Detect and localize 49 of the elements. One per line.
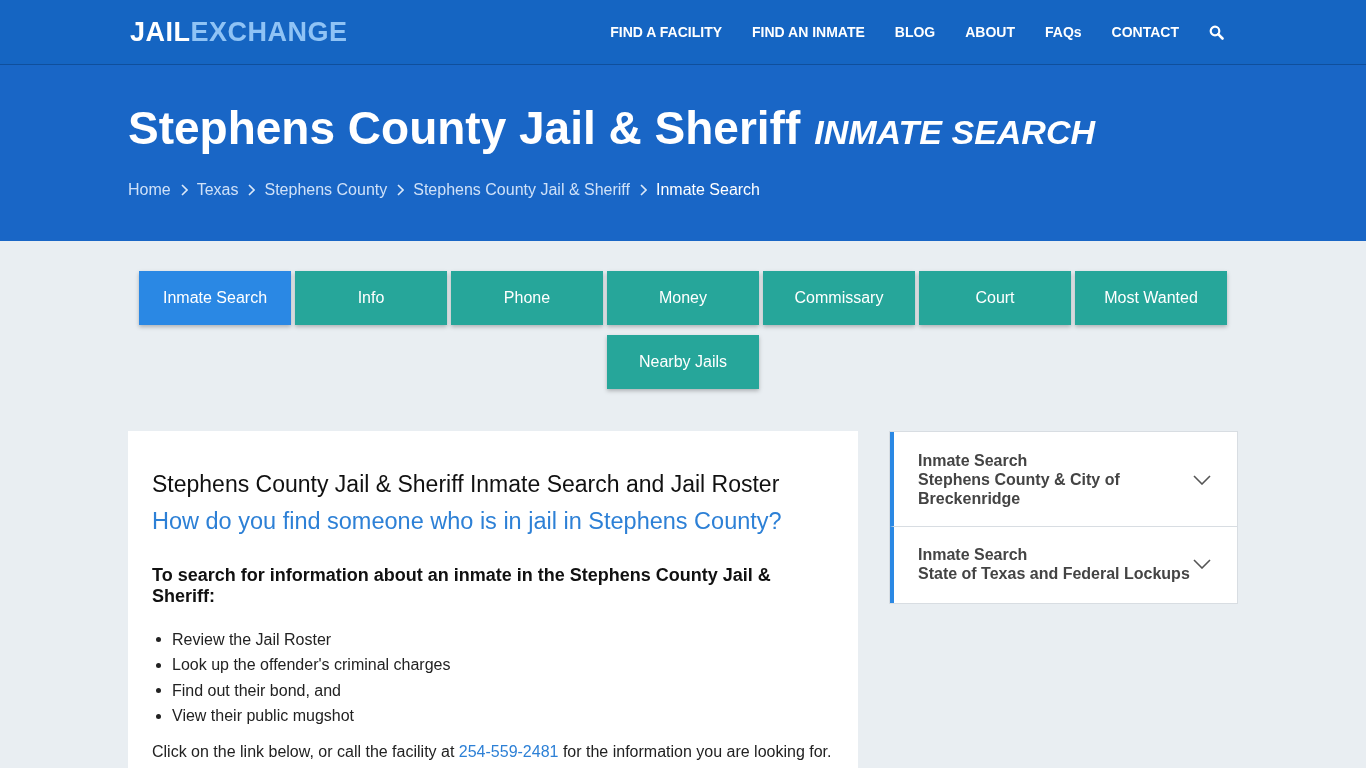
accordion-subtitle: State of Texas and Federal Lockups [918, 564, 1190, 583]
bullet-icon [156, 688, 161, 694]
site-logo[interactable]: JAILEXCHANGE [128, 16, 348, 48]
accordion-title: Inmate Search [918, 451, 1029, 470]
nav-link[interactable]: BLOG [894, 24, 936, 40]
call-paragraph: Click on the link below, or call the facility at 254-559-2481 for the information you are looking for. [152, 743, 833, 761]
bullet-icon [156, 662, 161, 668]
accordion-item[interactable]: Inmate Search Stephens County & City of Breckenridge [890, 432, 1237, 526]
article-heading: Stephens County Jail & Sheriff Inmate Search and Jail Roster [152, 471, 781, 498]
tab[interactable]: Money [607, 271, 759, 325]
list-item: Review the Jail Roster [172, 630, 332, 649]
article-subheading: To search for information about an inmate in the Stephens County Jail & Sheriff: [152, 565, 772, 607]
tab[interactable]: Nearby Jails [607, 335, 759, 389]
breadcrumb-link[interactable]: Home [128, 181, 171, 199]
page-title: Stephens County Jail & Sheriff [128, 101, 801, 155]
list-item: View their public mugshot [172, 707, 355, 726]
bullet-icon [156, 713, 161, 719]
phone-link[interactable]: 254-559-2481 [458, 743, 559, 760]
chevron-down-icon [1193, 474, 1211, 485]
tab[interactable]: Phone [451, 271, 603, 325]
chevron-right-icon [396, 184, 405, 196]
tab[interactable]: Most Wanted [1075, 271, 1227, 325]
chevron-right-icon [247, 184, 256, 196]
nav-link[interactable]: FIND A FACILITY [610, 24, 722, 40]
nav-link[interactable]: FIND AN INMATE [752, 24, 865, 40]
chevron-right-icon [638, 184, 647, 196]
tab[interactable]: Info [295, 271, 447, 325]
bullet-icon [156, 637, 161, 643]
article-question: How do you find someone who is in jail in Stephens County? [152, 508, 783, 535]
nav-link[interactable]: FAQs [1045, 24, 1082, 40]
breadcrumb-link[interactable]: Stephens County Jail & Sheriff [413, 181, 630, 199]
breadcrumb-link[interactable]: Stephens County [264, 181, 388, 199]
accordion-subtitle: Stephens County & City of [918, 470, 1120, 489]
breadcrumb-link[interactable]: Texas [196, 181, 239, 199]
search-icon[interactable] [1209, 24, 1224, 40]
chevron-down-icon [1193, 559, 1211, 569]
accordion-item[interactable]: Inmate Search State of Texas and Federal Lockups [890, 526, 1237, 603]
tab[interactable]: Inmate Search [139, 271, 291, 325]
nav-link[interactable]: ABOUT [965, 24, 1015, 40]
tab[interactable]: Commissary [763, 271, 915, 325]
list-item: Find out their bond, and [172, 681, 341, 700]
accordion-title: Inmate Search [918, 545, 1029, 564]
chevron-right-icon [179, 184, 188, 196]
breadcrumb-link[interactable]: Inmate Search [655, 181, 760, 199]
list-item: Look up the offender's criminal charges [172, 656, 451, 675]
page-subtitle: INMATE SEARCH [814, 112, 1096, 153]
accordion-subtitle: Breckenridge [918, 489, 1022, 508]
tab[interactable]: Court [919, 271, 1071, 325]
nav-link[interactable]: CONTACT [1111, 24, 1179, 40]
